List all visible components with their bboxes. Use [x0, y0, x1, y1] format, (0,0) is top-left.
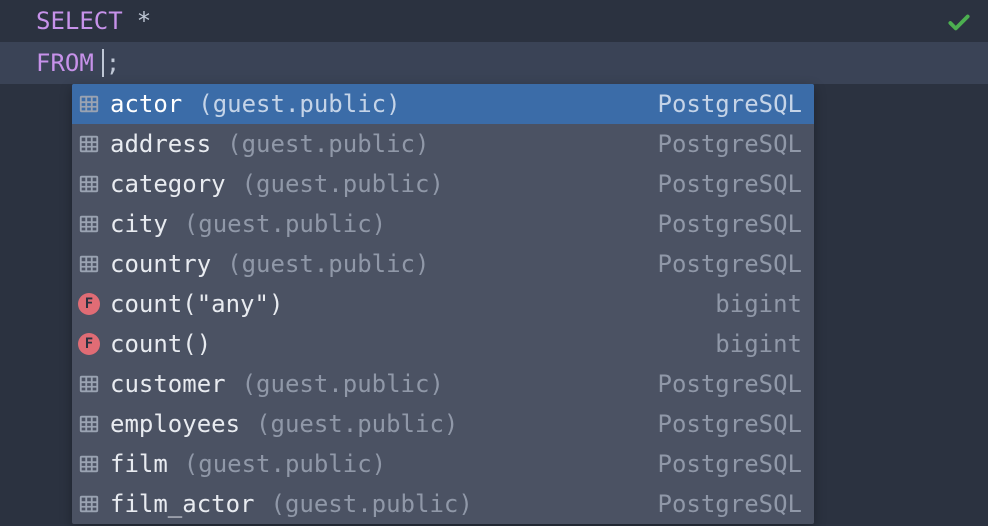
table-icon [78, 413, 100, 435]
completion-item-type: PostgreSQL [658, 130, 803, 158]
completion-item-film[interactable]: film (guest.public) PostgreSQL [72, 444, 814, 484]
completion-item-schema: (guest.public) [198, 90, 400, 118]
completion-item-name: actor [110, 90, 182, 118]
completion-item-schema: (guest.public) [227, 250, 429, 278]
completion-item-name: address [110, 130, 211, 158]
editor-line-1[interactable]: SELECT * [0, 0, 988, 42]
completion-item-type: PostgreSQL [658, 170, 803, 198]
semicolon: ; [106, 49, 120, 77]
completion-item-employees[interactable]: employees (guest.public) PostgreSQL [72, 404, 814, 444]
function-icon: F [78, 293, 100, 315]
completion-item-name: count() [110, 330, 211, 358]
table-icon [78, 453, 100, 475]
table-icon [78, 93, 100, 115]
completion-item-type: PostgreSQL [658, 410, 803, 438]
completion-item-type: bigint [715, 330, 802, 358]
completion-item-schema: (guest.public) [271, 490, 473, 518]
completion-item-name: category [110, 170, 226, 198]
completion-item-type: PostgreSQL [658, 370, 803, 398]
completion-item-count--[interactable]: Fcount() bigint [72, 324, 814, 364]
table-icon [78, 173, 100, 195]
table-icon [78, 253, 100, 275]
completion-item-actor[interactable]: actor (guest.public) PostgreSQL [72, 84, 814, 124]
keyword-from: FROM [36, 49, 94, 77]
completion-item-schema: (guest.public) [227, 130, 429, 158]
completion-item-type: bigint [715, 290, 802, 318]
completion-item-schema: (guest.public) [184, 450, 386, 478]
completion-item-name: customer [110, 370, 226, 398]
completion-item-film-actor[interactable]: film_actor (guest.public) PostgreSQL [72, 484, 814, 524]
completion-popup[interactable]: actor (guest.public) PostgreSQL address (gu… [72, 84, 814, 524]
completion-item-schema: (guest.public) [242, 170, 444, 198]
completion-item-name: count("any") [110, 290, 283, 318]
editor-line-2[interactable]: FROM ; [0, 42, 988, 84]
completion-item-name: country [110, 250, 211, 278]
completion-item-count--any--[interactable]: Fcount("any") bigint [72, 284, 814, 324]
completion-item-name: film [110, 450, 168, 478]
table-icon [78, 493, 100, 515]
table-icon [78, 213, 100, 235]
completion-item-city[interactable]: city (guest.public) PostgreSQL [72, 204, 814, 244]
completion-item-name: employees [110, 410, 240, 438]
function-icon: F [78, 333, 100, 355]
sql-editor[interactable]: SELECT * FROM ; [0, 0, 988, 84]
completion-item-schema: (guest.public) [242, 370, 444, 398]
completion-item-type: PostgreSQL [658, 450, 803, 478]
completion-item-category[interactable]: category (guest.public) PostgreSQL [72, 164, 814, 204]
completion-item-type: PostgreSQL [658, 250, 803, 278]
completion-item-type: PostgreSQL [658, 90, 803, 118]
completion-item-name: city [110, 210, 168, 238]
completion-item-schema: (guest.public) [256, 410, 458, 438]
completion-item-country[interactable]: country (guest.public) PostgreSQL [72, 244, 814, 284]
text-cursor [102, 49, 104, 77]
keyword-select: SELECT [36, 7, 123, 35]
completion-item-schema: (guest.public) [184, 210, 386, 238]
table-icon [78, 373, 100, 395]
completion-item-type: PostgreSQL [658, 210, 803, 238]
completion-item-name: film_actor [110, 490, 255, 518]
completion-item-address[interactable]: address (guest.public) PostgreSQL [72, 124, 814, 164]
syntax-ok-icon [946, 10, 972, 42]
completion-item-type: PostgreSQL [658, 490, 803, 518]
completion-item-customer[interactable]: customer (guest.public) PostgreSQL [72, 364, 814, 404]
table-icon [78, 133, 100, 155]
select-star: * [137, 7, 151, 35]
